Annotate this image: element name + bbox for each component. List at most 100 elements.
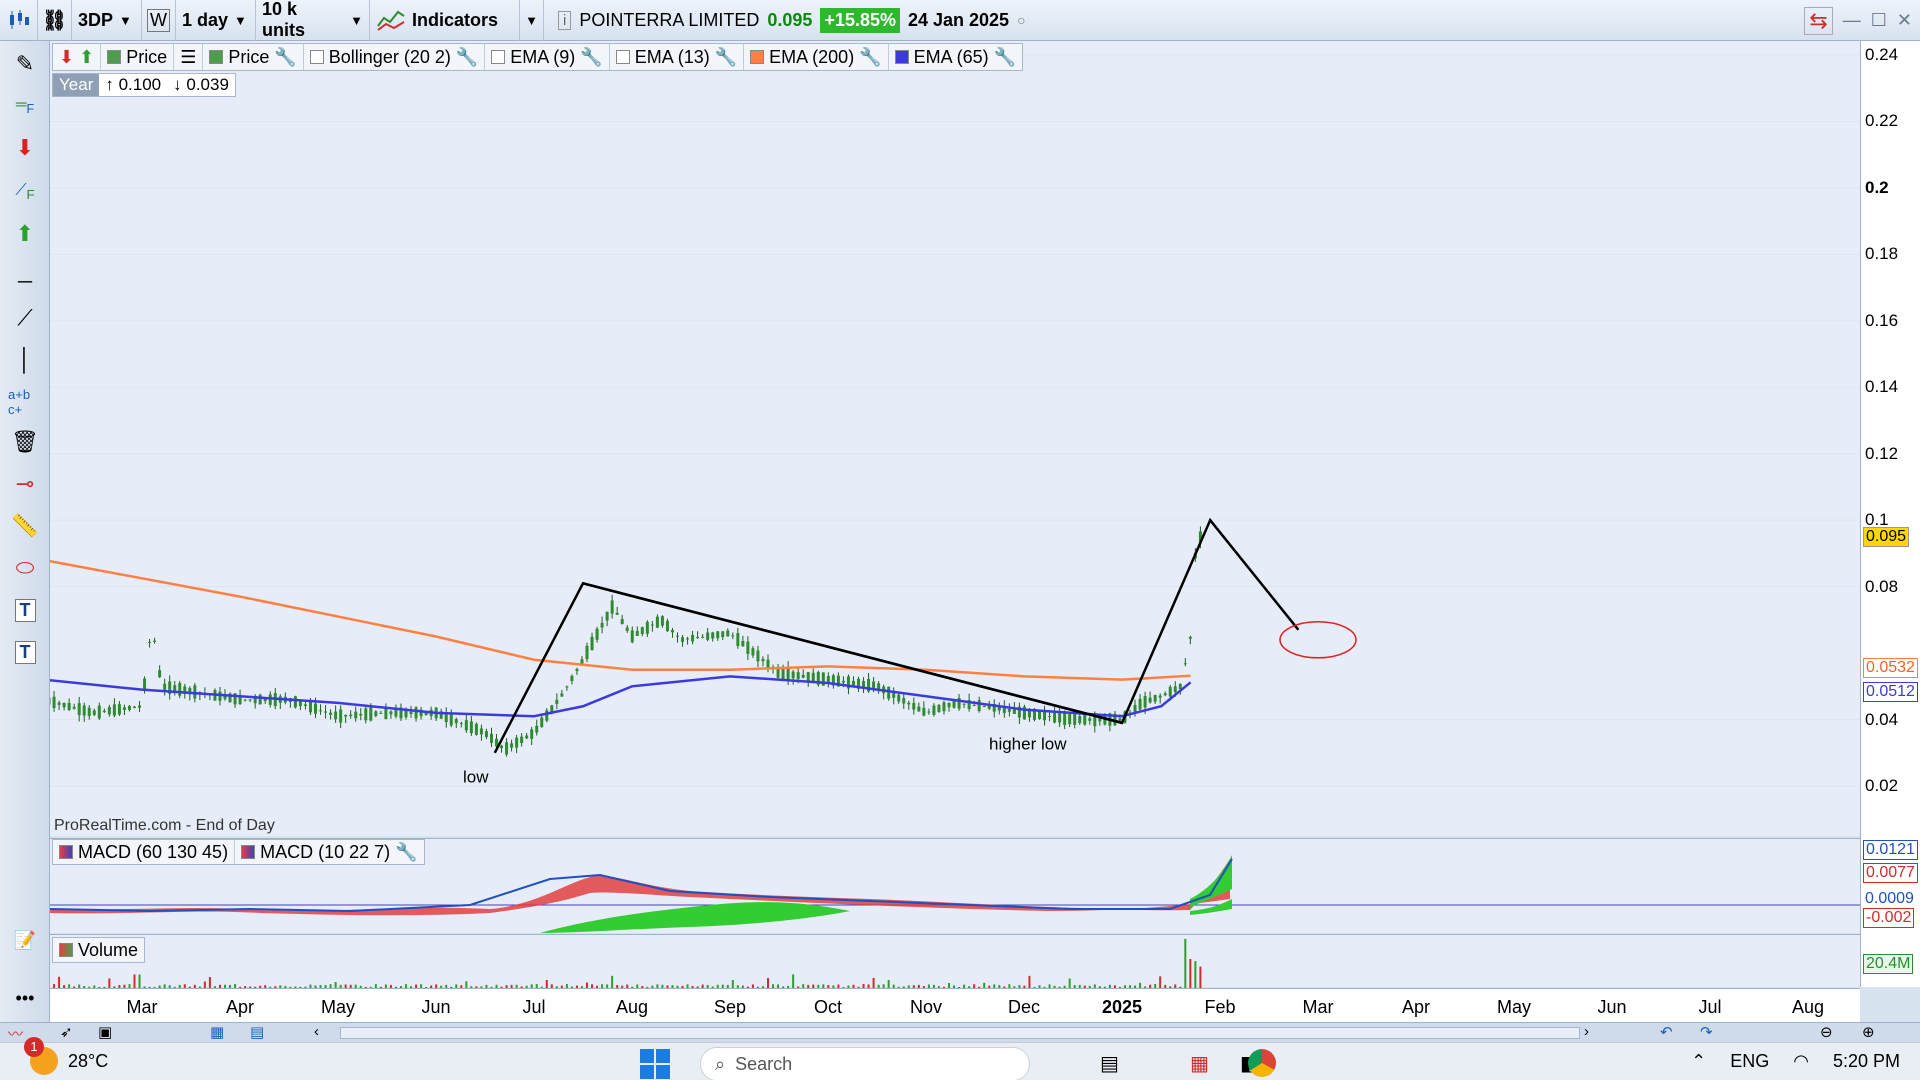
taskbar-search[interactable]: ⌕ Search bbox=[700, 1047, 1030, 1080]
candle-body bbox=[319, 710, 323, 712]
chart-type-button[interactable] bbox=[0, 0, 38, 41]
time-axis[interactable]: Mar Apr May Jun Jul Aug Sep Oct Nov Dec 2025 Feb Mar… bbox=[50, 988, 1860, 1022]
language-indicator[interactable]: ENG bbox=[1730, 1051, 1769, 1072]
candle-body bbox=[580, 659, 584, 664]
wrench-icon[interactable]: 🔧 bbox=[715, 47, 737, 68]
volume-chart[interactable] bbox=[43, 935, 1860, 988]
candle-body bbox=[681, 637, 685, 642]
wrench-icon[interactable]: 🔧 bbox=[994, 47, 1016, 68]
fibonacci-tool[interactable]: ⟋F bbox=[8, 175, 42, 209]
candle-body bbox=[590, 636, 594, 650]
legend-ema65[interactable]: EMA (65) 🔧 bbox=[889, 44, 1022, 70]
legend-volume[interactable]: Volume bbox=[53, 938, 144, 962]
ruler-tool[interactable]: 📏 bbox=[8, 509, 42, 543]
horizontal-line-tool[interactable]: ═F bbox=[8, 89, 42, 123]
candle-body bbox=[163, 683, 167, 690]
wrench-icon[interactable]: 🔧 bbox=[859, 47, 881, 68]
candle-body bbox=[701, 636, 705, 638]
info-icon[interactable]: i bbox=[558, 10, 572, 30]
candle-body bbox=[359, 713, 363, 716]
sun-icon: 1 bbox=[24, 1037, 58, 1075]
macd-line bbox=[49, 858, 1233, 913]
wifi-icon[interactable]: ◠ bbox=[1793, 1051, 1809, 1072]
macd-swatch bbox=[241, 845, 256, 859]
legend-ema200[interactable]: EMA (200) 🔧 bbox=[744, 44, 889, 70]
price-chart[interactable]: low higher low bbox=[42, 41, 1860, 836]
zoom-in-icon[interactable]: ⊕ bbox=[1862, 1023, 1875, 1041]
wrench-icon[interactable]: 🔧 bbox=[274, 47, 296, 68]
ticker-select[interactable]: 3DP ▼ bbox=[72, 0, 142, 41]
pencil-tool[interactable]: ✎ bbox=[8, 47, 42, 81]
window-icon[interactable]: ▣ bbox=[98, 1023, 112, 1041]
mode-button[interactable]: W bbox=[142, 0, 176, 41]
trash-icon: 🗑 bbox=[11, 429, 39, 454]
redo-icon[interactable]: ↷ bbox=[1700, 1023, 1713, 1041]
sell-arrow-tool[interactable]: ⬇ bbox=[8, 131, 42, 165]
tray-chevron-icon[interactable]: ⌃ bbox=[1691, 1051, 1706, 1072]
status-circle-icon: ○ bbox=[1017, 12, 1026, 28]
price-axis[interactable]: 0.24 0.22 0.2 0.18 0.16 0.14 0.12 0.1 0.08 0.04 0.… bbox=[1860, 41, 1920, 987]
indicators-button[interactable]: Indicators bbox=[370, 0, 520, 41]
vertical-line-tool[interactable]: │ bbox=[8, 343, 42, 377]
timeframe-select[interactable]: 1 day ▼ bbox=[176, 0, 256, 41]
text-abc-tool[interactable]: a+b c+ bbox=[8, 385, 42, 419]
legend-ema9[interactable]: EMA (9) 🔧 bbox=[485, 44, 610, 70]
notes-tool[interactable]: 📝 bbox=[8, 923, 42, 957]
scroll-right-icon[interactable]: › bbox=[1584, 1023, 1589, 1040]
minimize-icon[interactable]: — bbox=[1843, 10, 1861, 31]
volume-bar bbox=[1159, 976, 1162, 988]
calendar-icon[interactable]: ▦ bbox=[210, 1023, 224, 1041]
candle-body bbox=[374, 711, 378, 717]
price-axis-tick: 0.14 bbox=[1865, 377, 1899, 397]
legend-arrows[interactable]: ⬇ ⬆ bbox=[53, 44, 102, 70]
weather-widget[interactable]: 1 28°C bbox=[24, 1037, 108, 1075]
app-icon-2[interactable]: ▦ bbox=[1190, 1051, 1209, 1076]
price-pane[interactable]: low higher low bbox=[42, 41, 1860, 836]
legend-bollinger[interactable]: Bollinger (20 2) 🔧 bbox=[304, 44, 486, 70]
clock[interactable]: 5:20 PM bbox=[1833, 1051, 1900, 1072]
start-button[interactable] bbox=[640, 1049, 670, 1079]
chrome-icon[interactable] bbox=[1248, 1049, 1276, 1077]
layout-icon[interactable]: ▤ bbox=[250, 1023, 264, 1041]
ellipse-tool[interactable]: ⬭ bbox=[8, 551, 42, 585]
link-button[interactable]: ⛓ bbox=[38, 0, 72, 41]
legend-macd1[interactable]: MACD (60 130 45) bbox=[53, 840, 236, 864]
wave-icon[interactable]: 〰 bbox=[8, 1023, 23, 1044]
macd-axis-4: -0.002 bbox=[1863, 908, 1915, 928]
scroll-left-icon[interactable]: ‹ bbox=[314, 1023, 319, 1040]
legend-price-2[interactable]: Price 🔧 bbox=[203, 44, 304, 70]
legend-ema13[interactable]: EMA (13) 🔧 bbox=[610, 44, 745, 70]
segment-tool[interactable]: ⊸ bbox=[8, 467, 42, 501]
indicators-dropdown[interactable]: ▼ bbox=[520, 0, 544, 41]
buy-arrow-tool[interactable]: ⬆ bbox=[8, 217, 42, 251]
candle-body bbox=[127, 705, 131, 710]
volume-pane[interactable] bbox=[43, 934, 1860, 988]
pointer-icon[interactable]: ➶ bbox=[60, 1023, 73, 1041]
restore-icon[interactable]: ☐ bbox=[1871, 10, 1887, 31]
candle-body bbox=[525, 735, 529, 739]
delete-tool[interactable]: 🗑 bbox=[8, 425, 42, 459]
close-icon[interactable]: ✕ bbox=[1897, 10, 1912, 31]
legend-list[interactable]: ☰ bbox=[174, 44, 204, 70]
text-tool-1[interactable]: T bbox=[8, 593, 42, 627]
legend-macd2[interactable]: MACD (10 22 7) 🔧 bbox=[235, 840, 423, 864]
candle-body bbox=[1153, 694, 1157, 702]
wrench-icon[interactable]: 🔧 bbox=[580, 47, 602, 68]
undo-icon[interactable]: ↶ bbox=[1660, 1023, 1673, 1041]
candle-body bbox=[258, 694, 262, 705]
horizontal-rule-tool[interactable]: ─ bbox=[8, 265, 42, 299]
trendline-tool[interactable]: ⟋ bbox=[8, 301, 42, 335]
sync-icon[interactable]: ⇆ bbox=[1804, 6, 1833, 35]
time-scrollbar[interactable] bbox=[340, 1027, 1580, 1039]
candle-body bbox=[1173, 686, 1177, 692]
more-tools[interactable]: ••• bbox=[8, 981, 42, 1015]
ticker-label: 3DP bbox=[78, 9, 114, 30]
wrench-icon[interactable]: 🔧 bbox=[456, 47, 478, 68]
legend-price-1[interactable]: Price bbox=[101, 44, 175, 70]
units-select[interactable]: 10 k units ▼ bbox=[256, 0, 370, 41]
zoom-out-icon[interactable]: ⊖ bbox=[1820, 1023, 1833, 1041]
candle-body bbox=[72, 706, 76, 709]
app-icon-1[interactable]: ▤ bbox=[1100, 1051, 1119, 1076]
text-tool-2[interactable]: T bbox=[8, 635, 42, 669]
wrench-icon[interactable]: 🔧 bbox=[395, 842, 417, 863]
